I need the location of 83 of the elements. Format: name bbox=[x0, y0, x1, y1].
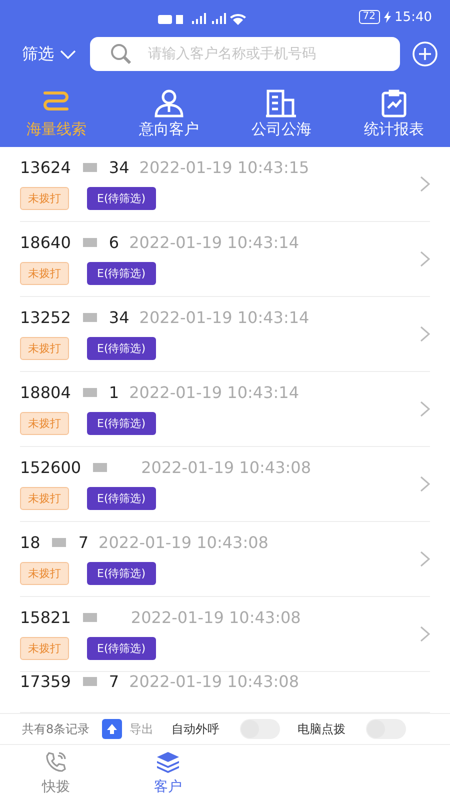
chevron-right-icon bbox=[420, 401, 430, 417]
phone-icon bbox=[44, 750, 68, 774]
chevron-right-icon bbox=[420, 626, 430, 642]
blur-mask bbox=[82, 613, 97, 622]
timestamp: 2022-01-19 10:43:15 bbox=[139, 158, 310, 177]
blur-mask bbox=[82, 163, 97, 172]
chevron-right-icon bbox=[420, 326, 430, 342]
chevron-down-icon bbox=[60, 50, 76, 58]
customer-row[interactable]: 18804 1 2022-01-19 10:43:14 未拨打 E(待筛选) bbox=[20, 372, 430, 447]
phone-number: 18 bbox=[20, 533, 40, 552]
chevron-right-icon bbox=[420, 251, 430, 267]
add-icon[interactable] bbox=[412, 41, 438, 67]
chevron-right-icon bbox=[420, 176, 430, 192]
customer-row[interactable]: 152600 2022-01-19 10:43:08 未拨打 E(待筛选) bbox=[20, 447, 430, 522]
nav-tab[interactable]: 公司公海 bbox=[225, 88, 338, 139]
customer-row[interactable]: 17359 7 2022-01-19 10:43:08 bbox=[20, 672, 430, 713]
person-icon bbox=[152, 88, 185, 118]
bottom-nav-item[interactable]: 快拨 bbox=[0, 745, 112, 800]
status-tag: 未拨打 bbox=[20, 487, 69, 510]
status-tag: E(待筛选) bbox=[87, 187, 156, 210]
bottom-nav-item[interactable]: 客户 bbox=[112, 745, 224, 800]
status-tag: E(待筛选) bbox=[87, 262, 156, 285]
phone-number: 17359 bbox=[20, 672, 71, 691]
status-tag: E(待筛选) bbox=[87, 562, 156, 585]
status-tag: 未拨打 bbox=[20, 187, 69, 210]
timestamp: 2022-01-19 10:43:08 bbox=[129, 672, 300, 691]
blur-mask bbox=[82, 238, 97, 247]
status-tag: E(待筛选) bbox=[87, 412, 156, 435]
phone-number: 34 bbox=[108, 158, 130, 177]
blur-mask bbox=[52, 538, 66, 547]
customer-row[interactable]: 13252 34 2022-01-19 10:43:14 未拨打 E(待筛选) bbox=[20, 297, 430, 372]
timestamp: 2022-01-19 10:43:14 bbox=[129, 233, 300, 252]
customer-row[interactable]: 18640 6 2022-01-19 10:43:14 未拨打 E(待筛选) bbox=[20, 222, 430, 297]
timestamp: 2022-01-19 10:43:14 bbox=[139, 308, 310, 327]
chevron-right-icon bbox=[420, 551, 430, 567]
blur-mask bbox=[82, 677, 97, 686]
phone-number: 7 bbox=[78, 533, 89, 552]
toggle-label: 电脑点拨 bbox=[298, 720, 346, 738]
status-tag: E(待筛选) bbox=[87, 487, 156, 510]
chevron-right-icon bbox=[420, 476, 430, 492]
charging-icon bbox=[384, 11, 391, 23]
customer-row[interactable]: 15821 2022-01-19 10:43:08 未拨打 E(待筛选) bbox=[20, 597, 430, 672]
timestamp: 2022-01-19 10:43:08 bbox=[141, 458, 312, 477]
toggle-switch[interactable] bbox=[366, 719, 406, 739]
status-tag: E(待筛选) bbox=[87, 337, 156, 360]
building-icon bbox=[265, 88, 298, 118]
upload-icon bbox=[102, 719, 122, 739]
record-count: 共有8条记录 bbox=[22, 720, 90, 738]
signal-icon bbox=[158, 13, 248, 25]
phone-number: 13252 bbox=[20, 308, 71, 327]
phone-number: 15821 bbox=[20, 608, 71, 627]
blur-mask bbox=[82, 313, 97, 322]
phone-number: 34 bbox=[108, 308, 130, 327]
status-tag: E(待筛选) bbox=[87, 637, 156, 660]
blur-mask bbox=[93, 463, 108, 472]
timestamp: 2022-01-19 10:43:08 bbox=[130, 608, 301, 627]
status-tag: 未拨打 bbox=[20, 262, 69, 285]
clock-time: 15:40 bbox=[394, 10, 432, 24]
nav-tab[interactable]: 统计报表 bbox=[338, 88, 450, 139]
phone-number: 18804 bbox=[20, 383, 71, 402]
timestamp: 2022-01-19 10:43:14 bbox=[129, 383, 300, 402]
search-field[interactable]: 请输入客户名称或手机号码 bbox=[90, 37, 400, 71]
search-icon bbox=[110, 43, 132, 65]
status-tag: 未拨打 bbox=[20, 562, 69, 585]
phone-number: 18640 bbox=[20, 233, 71, 252]
toggle-label: 自动外呼 bbox=[172, 720, 220, 738]
phone-number: 13624 bbox=[20, 158, 71, 177]
layers-icon bbox=[155, 750, 181, 774]
blur-mask bbox=[82, 388, 97, 397]
status-tag: 未拨打 bbox=[20, 637, 69, 660]
nav-tab[interactable]: 意向客户 bbox=[112, 88, 225, 139]
timestamp: 2022-01-19 10:43:08 bbox=[98, 533, 268, 552]
status-tag: 未拨打 bbox=[20, 412, 69, 435]
phone-number: 1 bbox=[108, 383, 120, 402]
phone-number: 6 bbox=[108, 233, 120, 252]
status-tag: 未拨打 bbox=[20, 337, 69, 360]
customer-row[interactable]: 13624 34 2022-01-19 10:43:15 未拨打 E(待筛选) bbox=[20, 147, 430, 222]
toggle-switch[interactable] bbox=[240, 719, 280, 739]
customer-row[interactable]: 18 7 2022-01-19 10:43:08 未拨打 E(待筛选) bbox=[20, 522, 430, 597]
phone-number: 7 bbox=[108, 672, 120, 691]
phone-number: 152600 bbox=[20, 458, 82, 477]
filter-dropdown[interactable]: 筛选 bbox=[22, 44, 76, 64]
battery-level: 72 bbox=[358, 10, 380, 24]
